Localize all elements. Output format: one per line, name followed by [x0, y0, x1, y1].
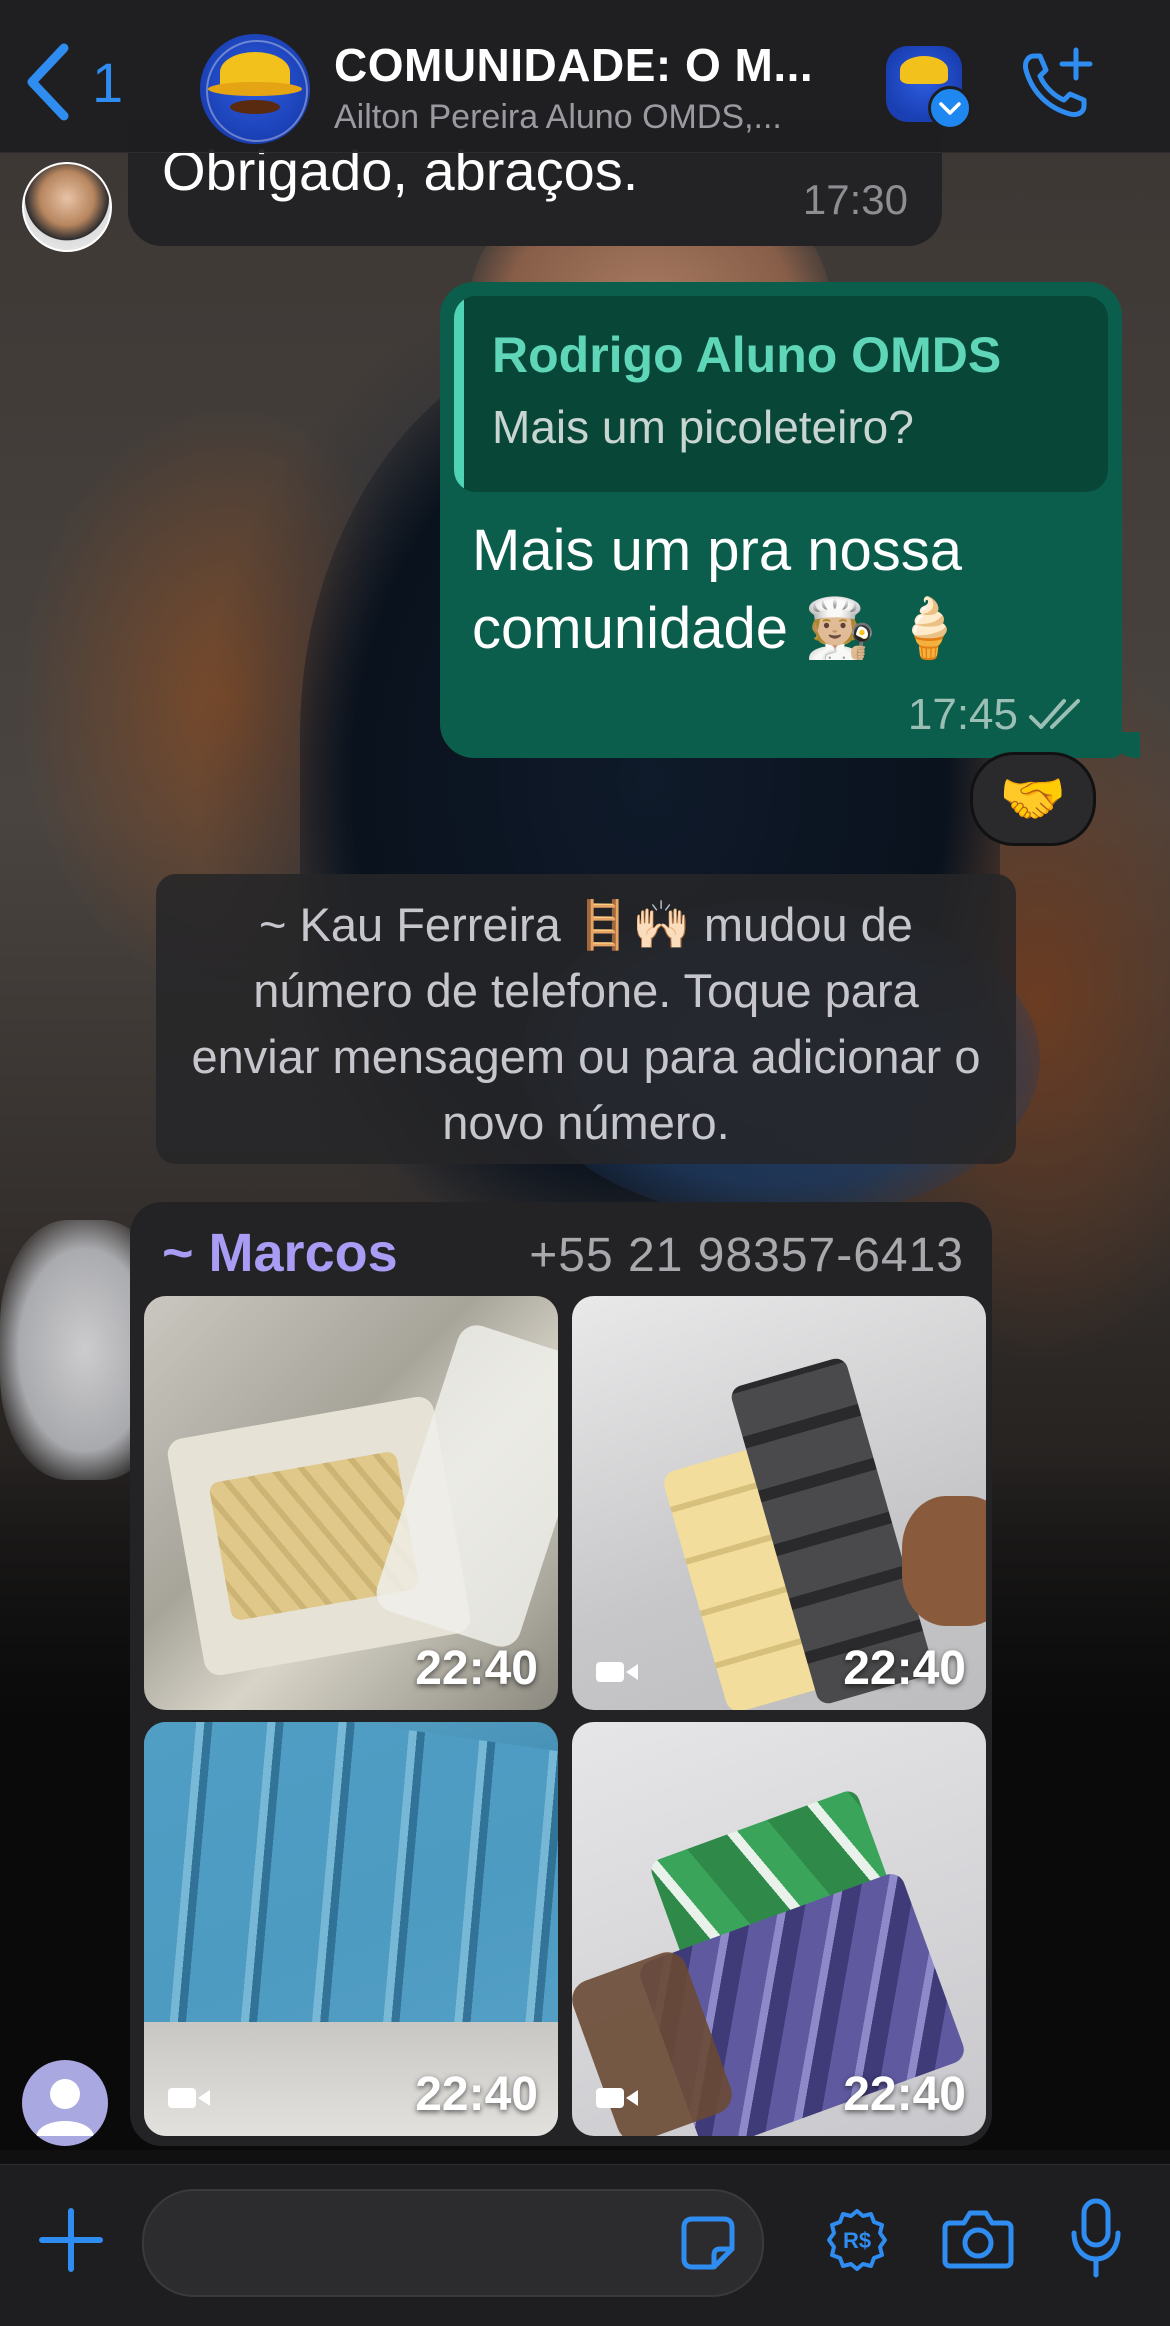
payment-button[interactable]: R$ — [824, 2207, 890, 2273]
message-time: 17:30 — [802, 176, 908, 223]
message-text-line-2: comunidade 🧑🏼‍🍳 🍦 — [472, 596, 965, 661]
sticker-button[interactable] — [678, 2213, 738, 2273]
default-avatar-icon — [36, 2079, 94, 2136]
group-avatar[interactable] — [200, 34, 310, 144]
verified-badge-icon — [928, 86, 972, 130]
quoted-text: Mais um picoleteiro? — [492, 401, 914, 453]
chat-title: COMUNIDADE: O M... — [334, 39, 814, 91]
chat-info[interactable]: COMUNIDADE: O M... Ailton Pereira Aluno … — [334, 38, 854, 137]
sender-avatar[interactable] — [22, 2060, 108, 2146]
chat-subtitle: Ailton Pereira Aluno OMDS,... — [334, 98, 782, 136]
logo-hat-brim — [208, 82, 302, 96]
media-tile-photo[interactable]: 22:40 — [144, 1296, 558, 1710]
media-tile-video[interactable]: 22:40 — [144, 1722, 558, 2136]
community-avatar[interactable] — [886, 46, 972, 130]
chevron-left-icon — [27, 43, 69, 121]
plus-icon — [39, 2208, 103, 2272]
voice-message-button[interactable] — [1070, 2197, 1122, 2281]
back-button[interactable]: 1 — [22, 42, 152, 122]
media-time: 22:40 — [843, 1642, 966, 1695]
quoted-sender-name: Rodrigo Aluno OMDS — [492, 327, 1002, 383]
message-input[interactable] — [174, 2215, 658, 2273]
unread-count: 1 — [92, 50, 124, 114]
system-notice[interactable]: ~ Kau Ferreira 🪜🙌🏻 mudou de número de te… — [156, 874, 1016, 1164]
video-icon — [168, 2088, 210, 2108]
media-tile-video[interactable]: 22:40 — [572, 1722, 986, 2136]
sender-phone: +55 21 98357-6413 — [529, 1229, 964, 1282]
read-receipt-icon — [1029, 699, 1080, 729]
logo-mustache — [230, 100, 280, 114]
sticker-icon — [681, 2216, 735, 2270]
message-field[interactable] — [142, 2189, 764, 2297]
media-time: 22:40 — [843, 2068, 966, 2121]
video-icon — [596, 1662, 638, 1682]
media-album-message[interactable]: ~ Marcos +55 21 98357-6413 22:40 22:40 2… — [130, 1202, 992, 2146]
quoted-message[interactable]: Rodrigo Aluno OMDS Mais um picoleteiro? — [454, 296, 1108, 492]
video-thumbnail-content — [902, 1496, 986, 1626]
media-time: 22:40 — [415, 1642, 538, 1695]
outgoing-message-bubble[interactable]: Rodrigo Aluno OMDS Mais um picoleteiro? … — [440, 282, 1140, 758]
message-text: Mais um pra nossa comunidade 🧑🏼‍🍳 🍦 — [472, 512, 1102, 668]
payment-icon: R$ — [827, 2209, 887, 2271]
camera-icon — [942, 2210, 1014, 2269]
quote-bar — [454, 296, 464, 492]
attach-button[interactable] — [36, 2205, 106, 2275]
add-call-icon — [1023, 47, 1093, 117]
message-meta: 17:45 — [908, 690, 1090, 740]
video-icon — [596, 2088, 638, 2108]
add-call-button[interactable] — [1016, 44, 1096, 124]
camera-button[interactable] — [942, 2205, 1014, 2273]
logo-hat — [900, 56, 948, 84]
svg-text:R$: R$ — [843, 2228, 871, 2253]
bubble-tail — [1110, 732, 1140, 758]
sender-name[interactable]: ~ Marcos — [162, 1222, 398, 1284]
message-text-line-1: Mais um pra nossa — [472, 518, 962, 583]
chat-header: 1 COMUNIDADE: O M... Ailton Pereira Alun… — [0, 0, 1170, 153]
media-tile-video[interactable]: 22:40 — [572, 1296, 986, 1710]
system-notice-text: ~ Kau Ferreira 🪜🙌🏻 mudou de número de te… — [191, 898, 981, 1149]
media-time: 22:40 — [415, 2068, 538, 2121]
microphone-icon — [1071, 2198, 1121, 2278]
sender-avatar[interactable] — [22, 162, 112, 252]
message-time: 17:45 — [907, 690, 1018, 739]
message-input-bar: R$ — [0, 2164, 1170, 2326]
message-reaction[interactable]: 🤝 — [970, 752, 1096, 846]
